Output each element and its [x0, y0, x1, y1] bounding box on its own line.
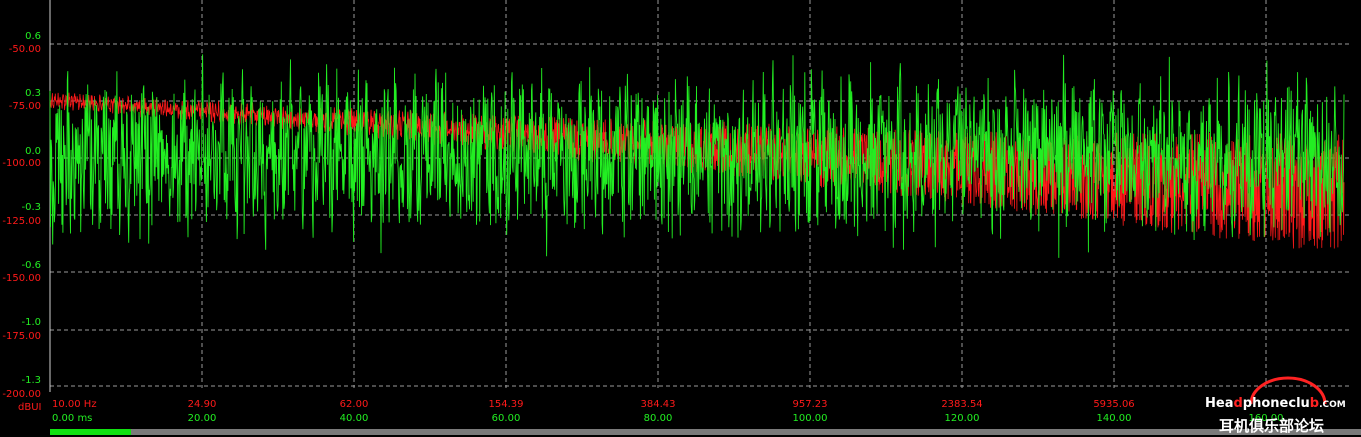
- waveform-chart: 0.6 0.3 0.0 -0.3 -0.6 -1.0 -1.3 -50.00 -75.00 -10…: [2, 0, 1352, 424]
- x-tick-green: 100.00: [793, 413, 828, 424]
- x-tick-red: 2383.54: [941, 399, 982, 410]
- y-tick-green: 0.6: [25, 31, 41, 42]
- x-tick-red: 5935.06: [1093, 399, 1134, 410]
- x-tick-red: 10.00 Hz: [52, 399, 97, 410]
- y-tick-red: -50.00: [9, 44, 41, 55]
- x-tick-green: 80.00: [644, 413, 673, 424]
- y-tick-red: -100.00: [2, 158, 41, 169]
- y-tick-green: -0.3: [21, 202, 41, 213]
- scrollbar-thumb[interactable]: [50, 429, 131, 435]
- watermark-text: Headphoneclub.COM: [1205, 396, 1346, 411]
- y-tick-red: -175.00: [2, 331, 41, 342]
- x-tick-green: 140.00: [1097, 413, 1132, 424]
- x-tick-green: 0.00 ms: [52, 413, 92, 424]
- x-tick-green: 120.00: [945, 413, 980, 424]
- y-tick-red: -75.00: [9, 101, 41, 112]
- horizontal-scrollbar[interactable]: [50, 429, 1361, 435]
- green-time-series: [49, 54, 1345, 258]
- x-tick-red: 24.90: [188, 399, 217, 410]
- x-tick-green: 40.00: [340, 413, 369, 424]
- x-tick-red: 384.43: [641, 399, 676, 410]
- y-tick-green: 0.3: [25, 88, 41, 99]
- x-tick-red: 154.39: [489, 399, 524, 410]
- y-tick-green: -0.6: [21, 260, 41, 271]
- x-tick-red: 957.23: [793, 399, 828, 410]
- y-tick-green: -1.0: [21, 317, 41, 328]
- headphoneclub-watermark: Headphoneclub.COM 耳机俱乐部论坛: [1205, 376, 1361, 437]
- x-tick-green: 60.00: [492, 413, 521, 424]
- watermark-chinese-text: 耳机俱乐部论坛: [1219, 417, 1325, 435]
- y-tick-green: 0.0: [25, 146, 41, 157]
- y-tick-red: -125.00: [2, 216, 41, 227]
- y-tick-red: -150.00: [2, 273, 41, 284]
- y-unit-label: dBUI: [18, 402, 41, 413]
- y-tick-red: -200.00: [2, 389, 41, 400]
- y-tick-green: -1.3: [21, 375, 41, 386]
- x-tick-red: 62.00: [340, 399, 369, 410]
- green-series-line: [49, 54, 1345, 258]
- x-tick-green: 20.00: [188, 413, 217, 424]
